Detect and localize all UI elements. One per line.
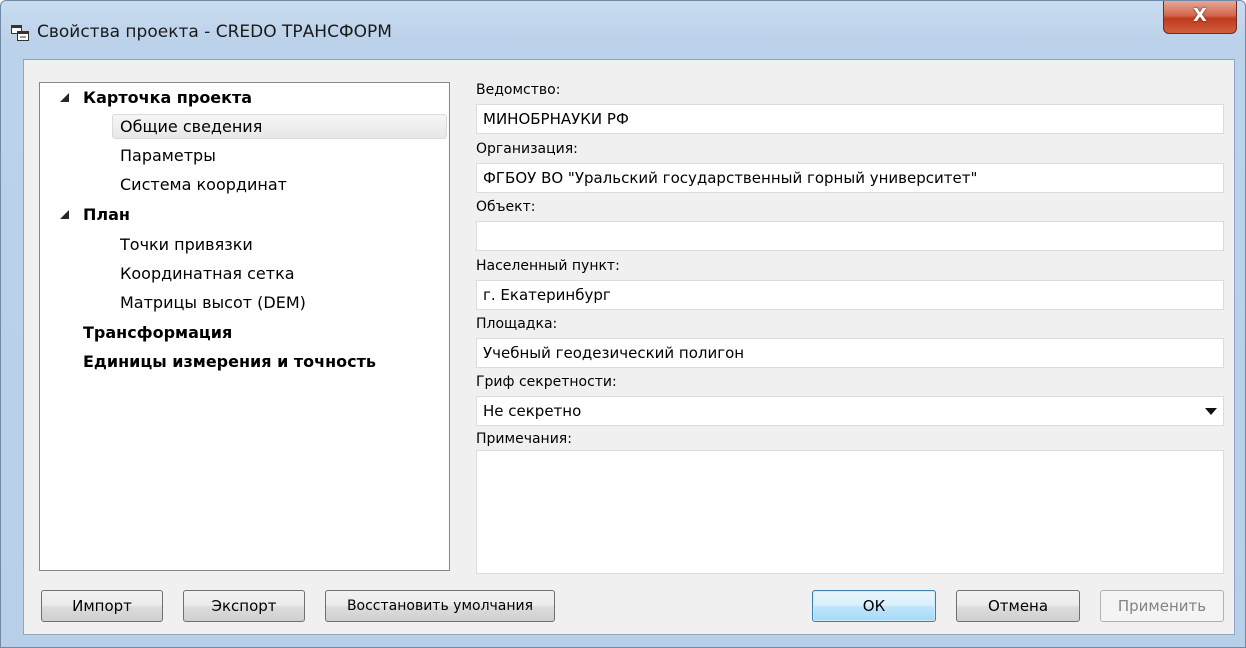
- tree-item-label: Система координат: [120, 175, 287, 194]
- tree-item-transformation[interactable]: Трансформация: [40, 319, 449, 347]
- tree-item-coordinate-grid[interactable]: Координатная сетка: [40, 260, 449, 288]
- locality-label: Населенный пункт:: [476, 258, 620, 274]
- tree-item-dem[interactable]: Матрицы высот (DEM): [40, 289, 449, 317]
- chevron-down-icon[interactable]: [1205, 408, 1217, 415]
- tree-item-coordinate-system[interactable]: Система координат: [40, 171, 449, 199]
- title-bar[interactable]: Свойства проекта - CREDO ТРАНСФОРМ X: [1, 1, 1245, 59]
- organization-label: Организация:: [476, 141, 578, 157]
- tree-item-label: Матрицы высот (DEM): [120, 293, 306, 312]
- organization-field[interactable]: ФГБОУ ВО "Уральский государственный горн…: [476, 163, 1224, 193]
- tree-item-control-points[interactable]: Точки привязки: [40, 231, 449, 259]
- secrecy-selected-value: Не секретно: [483, 402, 582, 420]
- department-label: Ведомство:: [476, 82, 561, 98]
- tree-item-label: Координатная сетка: [120, 264, 295, 283]
- site-label: Площадка:: [476, 316, 558, 332]
- tree-item-label: Трансформация: [83, 323, 233, 342]
- tree-item-label: План: [83, 205, 130, 224]
- notes-textarea[interactable]: [476, 450, 1224, 574]
- project-properties-icon: [11, 25, 29, 41]
- tree-item-label: Параметры: [120, 146, 216, 165]
- tree-item-parameters[interactable]: Параметры: [40, 142, 449, 170]
- tree-item-general-info[interactable]: Общие сведения: [40, 113, 449, 141]
- notes-label: Примечания:: [476, 431, 572, 447]
- tree-item-plan[interactable]: План: [40, 201, 449, 229]
- site-field[interactable]: Учебный геодезический полигон: [476, 338, 1224, 368]
- window-title: Свойства проекта - CREDO ТРАНСФОРМ: [37, 22, 392, 42]
- cancel-button[interactable]: Отмена: [956, 590, 1080, 622]
- locality-field[interactable]: г. Екатеринбург: [476, 280, 1224, 310]
- close-button[interactable]: X: [1163, 1, 1237, 34]
- tree-item-label: Единицы измерения и точность: [83, 352, 377, 371]
- secrecy-label: Гриф секретности:: [476, 374, 617, 390]
- object-label: Объект:: [476, 199, 536, 215]
- object-field[interactable]: [476, 221, 1224, 251]
- tree-item-label: Общие сведения: [120, 117, 263, 136]
- dialog-window: Свойства проекта - CREDO ТРАНСФОРМ X Кар…: [0, 0, 1246, 648]
- dialog-client-area: Карточка проекта Общие сведения Параметр…: [23, 59, 1235, 635]
- ok-button[interactable]: ОК: [812, 590, 936, 622]
- restore-defaults-button[interactable]: Восстановить умолчания: [325, 590, 555, 622]
- tree-item-label: Карточка проекта: [83, 88, 253, 107]
- expanded-arrow-icon[interactable]: [60, 93, 69, 102]
- tree-item-project-card[interactable]: Карточка проекта: [40, 84, 449, 112]
- expanded-arrow-icon[interactable]: [60, 210, 69, 219]
- tree-item-label: Точки привязки: [120, 235, 253, 254]
- export-button[interactable]: Экспорт: [183, 590, 305, 622]
- close-icon: X: [1193, 5, 1207, 26]
- department-field[interactable]: МИНОБРНАУКИ РФ: [476, 104, 1224, 134]
- sections-tree[interactable]: Карточка проекта Общие сведения Параметр…: [39, 82, 450, 571]
- tree-item-units-accuracy[interactable]: Единицы измерения и точность: [40, 348, 449, 376]
- secrecy-dropdown[interactable]: Не секретно: [476, 396, 1224, 426]
- import-button[interactable]: Импорт: [41, 590, 163, 622]
- apply-button: Применить: [1100, 590, 1224, 622]
